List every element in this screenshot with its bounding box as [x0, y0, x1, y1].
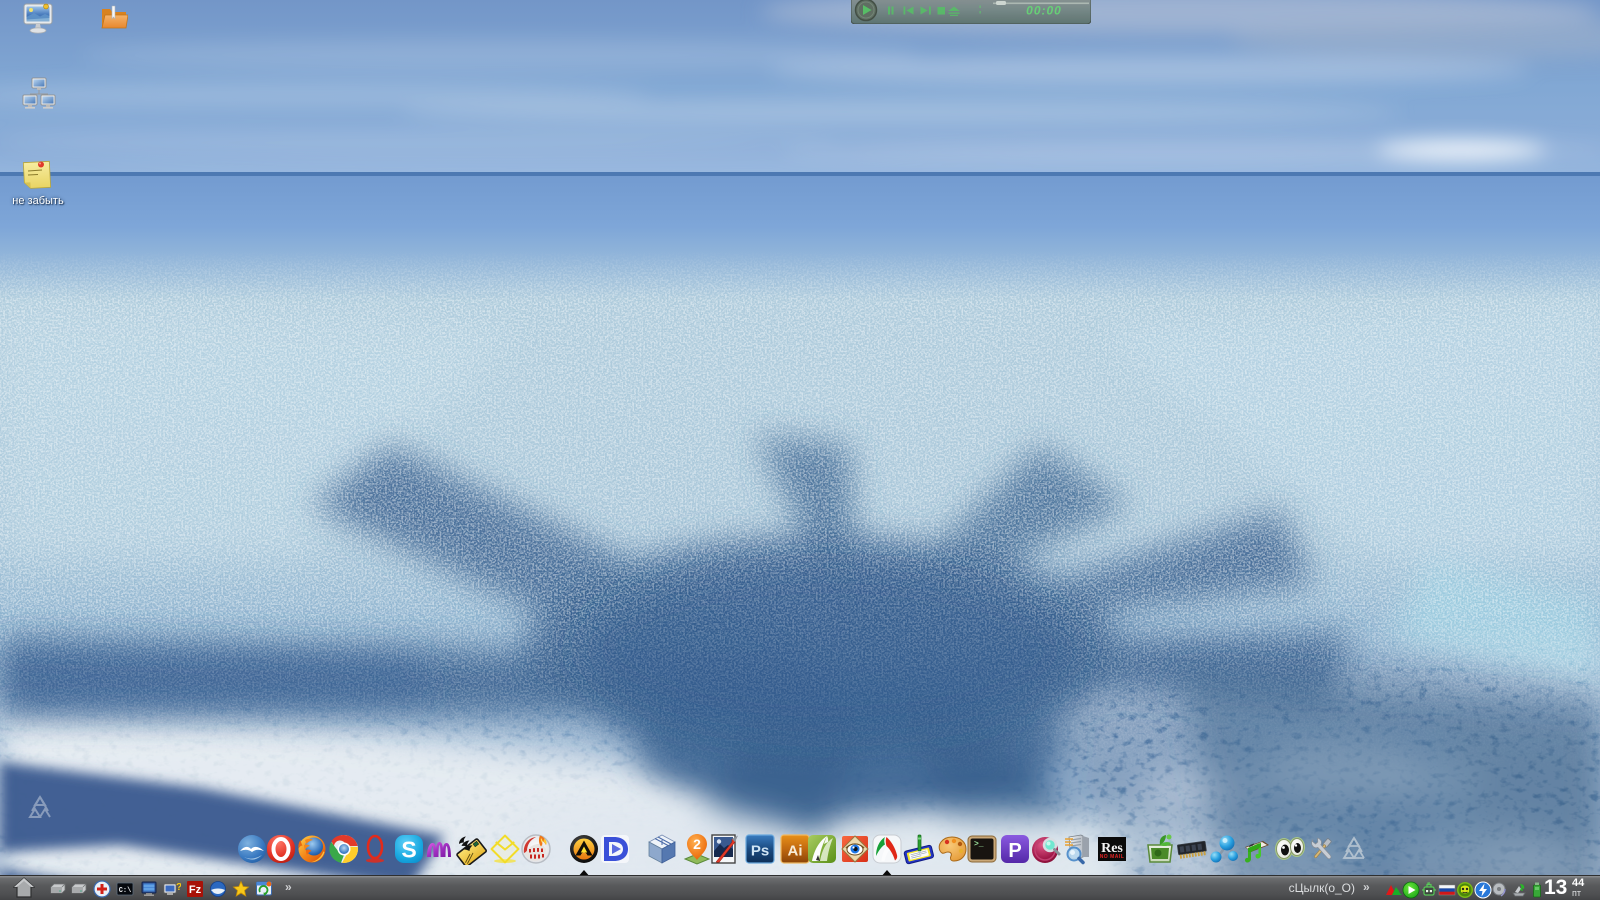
svg-text:>_: >_ — [974, 840, 984, 849]
svg-text:Ps: Ps — [751, 843, 769, 860]
svg-text:NO MAIL: NO MAIL — [1100, 854, 1125, 860]
svg-text:C:\: C:\ — [119, 887, 132, 895]
svg-text:Fz: Fz — [189, 884, 202, 896]
svg-text:2: 2 — [693, 836, 701, 852]
svg-text:S: S — [401, 837, 416, 863]
svg-text:00:00: 00:00 — [1026, 4, 1062, 18]
svg-text:?: ? — [176, 882, 181, 893]
svg-text:Ai: Ai — [788, 843, 803, 860]
svg-text:P: P — [1008, 840, 1021, 862]
